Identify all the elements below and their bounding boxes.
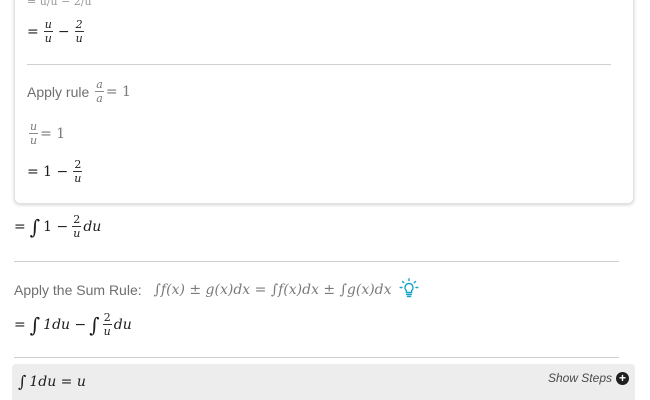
expression-line-2: = 1 − 2u (27, 158, 83, 185)
fraction-2-over-u-d: 2u (102, 311, 112, 338)
plus-circle-icon: + (616, 371, 629, 385)
fraction-u-over-u: uu (43, 18, 53, 45)
step-detail-card: = u/u − 2/u = uu − 2u Apply rule aa = 1 … (14, 0, 634, 204)
step-expression: ∫ 1du = u (18, 372, 86, 391)
split-integral-expression: = ∫ 1du − ∫ 2u du (14, 311, 132, 338)
fraction-u-over-u-gray: uu (29, 120, 39, 147)
show-steps-button[interactable]: Show Steps + (548, 371, 629, 385)
fraction-2-over-u-c: 2u (72, 213, 82, 240)
rule-result-line: uu = 1 (29, 120, 66, 147)
sum-rule-formula: ∫f(x) ± g(x)dx = ∫f(x)dx ± ∫g(x)dx (153, 282, 392, 298)
section-divider-2 (14, 357, 619, 358)
lightbulb-icon[interactable] (398, 278, 420, 302)
expression-line-1: = uu − 2u (27, 18, 84, 45)
sum-rule-line: Apply the Sum Rule: ∫f(x) ± g(x)dx = ∫f(… (14, 278, 420, 302)
fraction-a-over-a: aa (95, 78, 104, 105)
fraction-2-over-u-b: 2u (73, 158, 83, 185)
integral-expression: = ∫ 1 − 2u du (14, 213, 102, 240)
cut-off-line: = u/u − 2/u (27, 0, 92, 8)
card-divider (27, 64, 611, 65)
step-bar[interactable]: ∫ 1du = u Show Steps + (12, 364, 635, 400)
fraction-2-over-u: 2u (74, 18, 84, 45)
apply-rule-line: Apply rule aa = 1 (27, 78, 131, 105)
section-divider-1 (14, 261, 619, 262)
